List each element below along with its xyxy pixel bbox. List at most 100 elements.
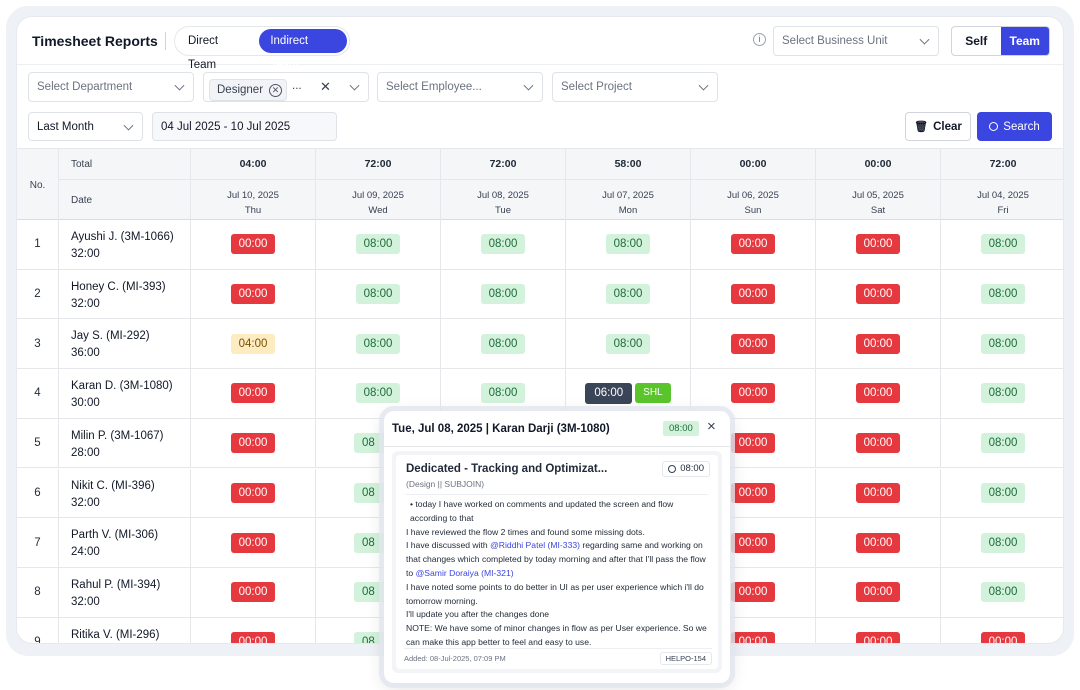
leave-badge[interactable]: SHL — [635, 383, 671, 404]
desc-line: NOTE: We have some of minor changes in f… — [406, 623, 707, 647]
hours-pill[interactable]: 00:00 — [730, 284, 776, 305]
hours-pill[interactable]: 08:00 — [980, 234, 1026, 255]
column-total: 72:00 — [316, 149, 441, 180]
hours-pill[interactable]: 08:00 — [355, 383, 401, 404]
hours-pill[interactable]: 08:00 — [980, 482, 1026, 503]
hours-pill[interactable]: 04:00 — [230, 333, 276, 354]
hours-pill[interactable]: 06:00 — [585, 382, 633, 404]
chevron-down-icon — [523, 80, 534, 91]
hours-pill[interactable]: 00:00 — [855, 631, 901, 643]
hours-pill[interactable]: 00:00 — [230, 482, 276, 503]
hours-pill[interactable]: 00:00 — [855, 582, 901, 603]
table-row: 3 Jay S. (MI-292) 36:00 04:00 08:00 08:00 08:0… — [17, 319, 1063, 370]
mention-link[interactable]: @Samir Doraiya (MI-321) — [416, 568, 514, 578]
hours-pill[interactable]: 08:00 — [355, 284, 401, 305]
search-button[interactable]: Search — [977, 112, 1052, 141]
employee-name: Karan D. (3M-1080) — [71, 380, 173, 393]
date-header: Date — [59, 180, 191, 221]
hours-pill[interactable]: 00:00 — [855, 333, 901, 354]
hours-pill[interactable]: 00:00 — [730, 383, 776, 404]
hours-pill[interactable]: 00:00 — [730, 582, 776, 603]
hours-cell: 08:00 — [941, 220, 1063, 269]
tab-indirect-team[interactable]: Indirect Team — [259, 29, 347, 71]
row-number: 9 — [17, 617, 59, 643]
hours-pill[interactable]: 08:00 — [605, 333, 651, 354]
hours-pill[interactable]: 00:00 — [855, 284, 901, 305]
clear-selection-icon[interactable]: ✕ — [320, 79, 331, 95]
mention-link[interactable]: @Riddhi Patel (MI-333) — [490, 540, 580, 550]
hours-pill[interactable]: 08:00 — [480, 333, 526, 354]
column-date: Jul 10, 2025 Thu — [191, 180, 316, 221]
more-selected: ... — [292, 80, 302, 92]
hours-pill[interactable]: 00:00 — [730, 631, 776, 643]
hours-pill[interactable]: 00:00 — [855, 482, 901, 503]
clear-button[interactable]: 🗑 Clear — [905, 112, 971, 141]
tab-direct-team[interactable]: Direct Team — [177, 29, 257, 71]
hours-pill[interactable]: 00:00 — [230, 532, 276, 553]
hours-pill[interactable]: 08:00 — [355, 333, 401, 354]
column-date-label: Jul 06, 2025 — [727, 190, 779, 201]
department-select[interactable]: Select Department — [28, 72, 194, 102]
hours-pill[interactable]: 00:00 — [980, 631, 1026, 643]
hours-pill[interactable]: 08:00 — [980, 433, 1026, 454]
hours-pill[interactable]: 08:00 — [980, 284, 1026, 305]
hours-pill[interactable]: 08:00 — [980, 333, 1026, 354]
column-date-label: Jul 08, 2025 — [477, 190, 529, 201]
hours-pill[interactable]: 08:00 — [480, 234, 526, 255]
employee-total-hours: 36:00 — [71, 347, 100, 360]
hours-pill[interactable]: 00:00 — [730, 234, 776, 255]
employee-cell: Jay S. (MI-292) 36:00 — [59, 319, 191, 369]
chevron-down-icon — [174, 80, 185, 91]
hours-pill[interactable]: 08:00 — [605, 234, 651, 255]
hours-pill[interactable]: 00:00 — [855, 433, 901, 454]
hours-pill[interactable]: 08:00 — [980, 582, 1026, 603]
date-range-input[interactable]: 04 Jul 2025 - 10 Jul 2025 — [152, 112, 337, 141]
hours-pill[interactable]: 08:00 — [480, 383, 526, 404]
self-button[interactable]: Self — [952, 27, 1001, 55]
column-total: 58:00 — [566, 149, 691, 180]
hours-pill[interactable]: 08:00 — [980, 383, 1026, 404]
hours-pill[interactable]: 00:00 — [730, 532, 776, 553]
hours-pill[interactable]: 00:00 — [730, 333, 776, 354]
employee-total-hours: 32:00 — [71, 297, 100, 310]
project-select[interactable]: Select Project — [552, 72, 718, 102]
table-row: 1 Ayushi J. (3M-1066) 32:00 00:00 08:00 08:00… — [17, 220, 1063, 270]
hours-pill[interactable]: 08:00 — [355, 234, 401, 255]
close-icon[interactable]: × — [707, 419, 716, 435]
hours-pill[interactable]: 00:00 — [230, 234, 276, 255]
hours-pill[interactable]: 00:00 — [230, 433, 276, 454]
hours-pill[interactable]: 08:00 — [480, 284, 526, 305]
hours-pill[interactable]: 00:00 — [855, 234, 901, 255]
hours-cell: 00:00 — [191, 468, 316, 518]
employee-total-hours: 30:00 — [71, 397, 100, 410]
hours-cell: 08:00 — [566, 220, 691, 269]
hours-cell: 00:00 — [816, 418, 941, 468]
employee-name: Parth V. (MI-306) — [71, 529, 159, 542]
hours-cell: 08:00 — [441, 269, 566, 319]
table-row: 2 Honey C. (MI-393) 32:00 00:00 08:00 08:00 08… — [17, 269, 1063, 320]
hours-pill[interactable]: 00:00 — [230, 284, 276, 305]
employee-cell: Rahul P. (MI-394) 32:00 — [59, 567, 191, 617]
business-unit-select[interactable]: Select Business Unit — [773, 26, 939, 56]
hours-pill[interactable]: 00:00 — [730, 482, 776, 503]
hours-pill[interactable]: 00:00 — [730, 433, 776, 454]
chevron-down-icon — [349, 80, 360, 91]
hours-pill[interactable]: 08:00 — [605, 284, 651, 305]
desc-text: I have discussed with — [406, 540, 488, 551]
hours-pill[interactable]: 08:00 — [980, 532, 1026, 553]
hours-cell: 00:00 — [191, 617, 316, 643]
hours-pill[interactable]: 00:00 — [855, 383, 901, 404]
ticket-badge[interactable]: HELPO-154 — [659, 652, 712, 665]
team-button[interactable]: Team — [1000, 27, 1049, 55]
total-header: Total — [59, 149, 191, 180]
hours-cell: 08:00 — [441, 319, 566, 369]
remove-chip-icon[interactable]: ✕ — [269, 83, 283, 97]
hours-pill[interactable]: 00:00 — [230, 582, 276, 603]
employee-select[interactable]: Select Employee... — [377, 72, 543, 102]
info-icon[interactable]: i — [753, 33, 766, 46]
hours-pill[interactable]: 00:00 — [855, 532, 901, 553]
hours-cell: 00:00 — [816, 319, 941, 369]
hours-pill[interactable]: 00:00 — [230, 631, 276, 643]
hours-pill[interactable]: 00:00 — [230, 383, 276, 404]
period-select[interactable]: Last Month — [28, 112, 143, 141]
